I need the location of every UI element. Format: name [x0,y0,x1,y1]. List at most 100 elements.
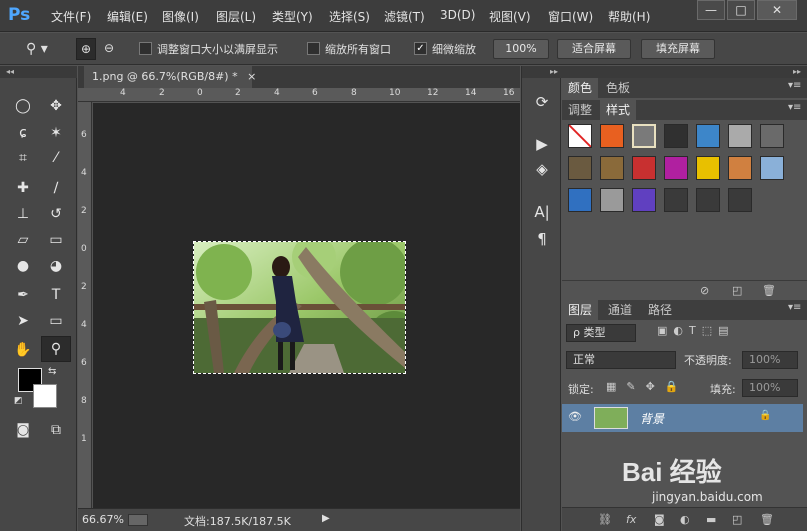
menu-layer[interactable]: 图层(L) [216,8,256,25]
clear-style-icon[interactable]: ⊘ [700,284,709,297]
rectangle-tool-icon[interactable]: ▭ [43,309,69,333]
zoom-tool-icon[interactable]: ⚲ [41,336,71,362]
zoom-tool-preset-icon[interactable]: ⚲ ▾ [26,39,66,59]
new-style-icon[interactable]: ◰ [732,284,742,297]
tab-paths[interactable]: 路径 [642,300,678,320]
layer-style-icon[interactable]: fx [626,513,636,526]
crop-tool-icon[interactable]: ⌗ [10,146,36,170]
move-tool-icon[interactable]: ✥ [43,94,69,118]
dodge-tool-icon[interactable]: ◕ [43,254,69,278]
close-tab-icon[interactable]: × [247,70,256,83]
restore-button[interactable]: □ [727,0,755,20]
fill-screen-button[interactable]: 填充屏幕 [641,39,715,59]
healing-brush-tool-icon[interactable]: ✚ [10,176,36,200]
character-panel-icon[interactable]: A| [530,202,554,222]
style-swatch[interactable] [600,188,624,212]
tab-layers[interactable]: 图层 [562,300,599,320]
style-swatch[interactable] [632,156,656,180]
layer-kind-filter[interactable]: ρ 类型 [566,324,636,342]
delete-style-icon[interactable]: 🗑 [762,284,776,297]
3d-panel-icon[interactable]: ◈ [530,159,554,179]
magic-wand-tool-icon[interactable]: ✶ [43,121,69,145]
add-mask-icon[interactable]: ◙ [654,513,665,526]
new-group-icon[interactable]: ▬ [706,513,716,526]
tab-swatches[interactable]: 色板 [600,78,636,98]
menu-help[interactable]: 帮助(H) [608,8,650,25]
menu-edit[interactable]: 编辑(E) [107,8,148,25]
link-layers-icon[interactable]: ⛓ [598,513,612,526]
fill-input[interactable]: 100% [742,379,798,397]
tab-color[interactable]: 颜色 [562,78,599,98]
panel-collapse-icon[interactable]: ▸▸ [522,66,562,78]
path-selection-tool-icon[interactable]: ➤ [10,309,36,333]
gradient-tool-icon[interactable]: ▭ [43,228,69,252]
style-swatch[interactable] [568,188,592,212]
style-swatch[interactable] [568,156,592,180]
close-button[interactable]: ✕ [757,0,797,20]
swap-colors-icon[interactable]: ⇆ [48,366,62,380]
menu-image[interactable]: 图像(I) [162,8,199,25]
style-swatch[interactable] [664,124,688,148]
delete-layer-icon[interactable]: 🗑 [760,513,774,526]
opacity-input[interactable]: 100% [742,351,798,369]
blur-tool-icon[interactable]: ● [10,254,36,278]
panel-menu-icon[interactable]: ▾≡ [788,302,801,313]
style-swatch[interactable] [664,188,688,212]
layer-row[interactable]: 👁 背景 🔒 [562,404,803,432]
clone-stamp-tool-icon[interactable]: ⊥ [10,202,36,226]
zoom-in-icon[interactable]: ⊕ [76,38,96,60]
menu-type[interactable]: 类型(Y) [272,8,313,25]
layer-filter-icons[interactable]: ▣◐T⬚▤ [657,324,777,342]
history-brush-tool-icon[interactable]: ↺ [43,202,69,226]
visibility-eye-icon[interactable]: 👁 [568,410,582,423]
actions-panel-icon[interactable]: ▶ [530,134,554,154]
style-swatch[interactable] [760,156,784,180]
zoom-all-windows-checkbox[interactable] [307,42,320,55]
actual-pixels-button[interactable]: 100% [493,39,549,59]
fit-screen-button[interactable]: 适合屏幕 [557,39,631,59]
style-swatch[interactable] [728,188,752,212]
brush-tool-icon[interactable]: ∕ [43,176,69,200]
zoom-out-icon[interactable]: ⊖ [99,38,119,60]
style-swatch[interactable] [696,188,720,212]
menu-select[interactable]: 选择(S) [329,8,370,25]
eraser-tool-icon[interactable]: ▱ [10,228,36,252]
layer-name[interactable]: 背景 [640,410,664,427]
adjustment-layer-icon[interactable]: ◐ [680,513,690,526]
screen-mode-icon[interactable]: ⧉ [43,418,69,442]
status-preview-icon[interactable] [128,514,148,526]
style-swatch[interactable] [664,156,688,180]
document-image[interactable] [193,241,406,374]
tab-channels[interactable]: 通道 [602,300,638,320]
style-swatch[interactable] [568,124,592,148]
tab-styles[interactable]: 样式 [600,100,637,120]
menu-3d[interactable]: 3D(D) [440,8,475,22]
default-colors-icon[interactable]: ◩ [14,396,28,410]
scrubby-zoom-checkbox[interactable]: ✓ [414,42,427,55]
resize-windows-checkbox[interactable] [139,42,152,55]
tab-adjustments[interactable]: 调整 [562,100,598,120]
style-swatch[interactable] [632,124,656,148]
style-swatch[interactable] [600,124,624,148]
tools-collapse-icon[interactable]: ◂◂ [0,66,77,78]
quick-mask-icon[interactable]: ◙ [10,418,36,442]
zoom-level[interactable]: 66.67% [82,513,124,526]
status-menu-arrow-icon[interactable]: ▶ [322,513,330,524]
style-swatch[interactable] [696,124,720,148]
pen-tool-icon[interactable]: ✒ [10,283,36,307]
panel-menu-icon[interactable]: ▾≡ [788,80,801,91]
menu-view[interactable]: 视图(V) [489,8,531,25]
menu-file[interactable]: 文件(F) [51,8,91,25]
style-swatch[interactable] [760,124,784,148]
history-panel-icon[interactable]: ⟳ [530,92,554,112]
background-color-swatch[interactable] [33,384,57,408]
marquee-tool-icon[interactable]: ◯ [10,94,36,118]
eyedropper-tool-icon[interactable]: ⁄ [43,146,69,170]
style-swatch[interactable] [600,156,624,180]
menu-filter[interactable]: 滤镜(T) [384,8,425,25]
minimize-button[interactable]: — [697,0,725,20]
lock-icons[interactable]: ▦✎✥🔒 [606,380,689,393]
type-tool-icon[interactable]: T [43,283,69,307]
new-layer-icon[interactable]: ◰ [732,513,742,526]
style-swatch[interactable] [632,188,656,212]
